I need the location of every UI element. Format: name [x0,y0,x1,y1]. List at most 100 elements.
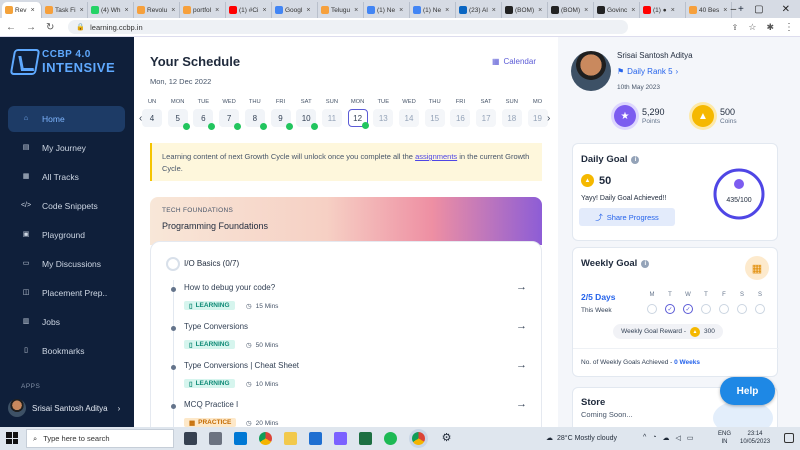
browser-tab[interactable]: Googl × [272,2,318,18]
open-lesson-arrow-icon[interactable]: → [516,281,527,293]
day-cell[interactable]: MO 19 [527,99,548,127]
day-cell[interactable]: FRI 9 [270,99,293,130]
task-view-icon[interactable] [184,432,197,445]
profile-avatar[interactable] [571,51,611,91]
close-tab-icon[interactable]: × [538,7,542,14]
lesson-title[interactable]: Type Conversions | Cheat Sheet [184,361,299,370]
language-indicator[interactable]: ENG IN [718,430,731,446]
open-lesson-arrow-icon[interactable]: → [516,320,527,332]
reload-icon[interactable]: ↻ [46,22,54,33]
calendar-button[interactable]: ▦ Calendar [492,57,536,66]
sidebar-item-home[interactable]: ⌂ Home [8,106,125,132]
sidebar-item-placement-prep[interactable]: ◫ Placement Prep.. [8,280,125,306]
day-cell[interactable]: TUE 13 [373,99,394,127]
forward-icon[interactable]: → [26,22,36,33]
close-tab-icon[interactable]: × [671,7,675,14]
day-cell[interactable]: THU 15 [424,99,445,127]
browser-tab[interactable]: Task Fi × [42,2,88,18]
browser-tab[interactable]: 40 Bes × [686,2,732,18]
browser-tab[interactable]: (1) Ne × [364,2,410,18]
sidebar-item-my-journey[interactable]: ▤ My Journey [8,135,125,161]
lesson-title[interactable]: How to debug your code? [184,283,275,292]
mail-icon[interactable] [234,432,247,445]
lesson-title[interactable]: Type Conversions [184,322,248,331]
close-tab-icon[interactable]: × [215,7,219,14]
clock[interactable]: 23:14 10/05/2023 [740,430,770,446]
day-cell[interactable]: WED 7 [219,99,242,130]
browser-tab[interactable]: (1) Ne × [410,2,456,18]
close-tab-icon[interactable]: × [125,7,129,14]
sidebar-item-all-tracks[interactable]: ▦ All Tracks [8,164,125,190]
menu-icon[interactable]: ⋮ [784,22,794,33]
browser-tab[interactable]: Govinc × [594,2,640,18]
vscode-icon[interactable] [309,432,322,445]
day-cell[interactable]: THU 8 [244,99,267,130]
close-tab-icon[interactable]: × [723,7,727,14]
weather-widget[interactable]: ☁ 28°C Mostly cloudy [546,434,617,443]
close-tab-icon[interactable]: × [399,7,403,14]
minimize-icon[interactable]: – [731,4,737,15]
star-icon[interactable]: ☆ [748,22,756,33]
file-explorer-icon[interactable] [284,432,297,445]
day-cell[interactable]: MON 12 [347,99,369,129]
back-icon[interactable]: ← [6,22,16,33]
system-tray-icons[interactable]: ^ ◔ ☁ ◁ ▭ [643,434,694,442]
desktop-icon[interactable] [209,432,222,445]
close-tab-icon[interactable]: × [306,7,310,14]
info-icon[interactable]: i [631,155,640,164]
close-tab-icon[interactable]: × [354,7,358,14]
lesson-title[interactable]: MCQ Practice I [184,400,238,409]
excel-icon[interactable] [359,432,372,445]
sidebar-item-bookmarks[interactable]: ▯ Bookmarks [8,338,125,364]
browser-tab[interactable]: Telugu × [318,2,364,18]
day-cell[interactable]: SUN 11 [321,99,342,127]
daily-rank-link[interactable]: ⚑ Daily Rank 5 › [617,67,678,76]
open-lesson-arrow-icon[interactable]: → [516,359,527,371]
close-tab-icon[interactable]: × [171,7,175,14]
share-progress-button[interactable]: ⤴ Share Progress [579,208,675,226]
share-icon[interactable]: ⇪ [732,23,739,32]
close-tab-icon[interactable]: × [263,7,267,14]
sidebar-user[interactable]: Srisai Santosh Aditya › [8,399,120,417]
close-tab-icon[interactable]: × [31,7,35,14]
browser-tab[interactable]: (1) ● × [640,2,686,18]
next-days-arrow[interactable]: › [547,113,550,124]
day-cell[interactable]: UN 4 [142,99,162,127]
close-tab-icon[interactable]: × [445,7,449,14]
sidebar-item-playground[interactable]: ▣ Playground [8,222,125,248]
day-cell[interactable]: WED 14 [399,99,419,127]
browser-tab[interactable]: portfol × [180,2,226,18]
browser-tab[interactable]: Revolu × [134,2,180,18]
close-tab-icon[interactable]: × [631,7,635,14]
chrome-active-icon[interactable] [412,432,425,445]
browser-tab[interactable]: (4) Wh × [88,2,134,18]
spotify-icon[interactable] [384,432,397,445]
help-button[interactable]: Help [720,377,775,405]
browser-tab[interactable]: Rev × [2,2,42,18]
browser-tab[interactable]: (BOM) × [502,2,548,18]
assignments-link[interactable]: assignments [415,152,457,161]
taskbar-search[interactable]: ⌕ Type here to search [26,429,174,448]
sidebar-item-my-discussions[interactable]: ▭ My Discussions [8,251,125,277]
open-lesson-arrow-icon[interactable]: → [516,398,527,410]
day-cell[interactable]: SAT 10 [296,99,319,130]
day-cell[interactable]: SAT 17 [476,99,497,127]
close-icon[interactable]: ✕ [782,4,790,15]
windows-start-icon[interactable] [6,432,18,444]
chrome-icon[interactable] [259,432,272,445]
browser-tab[interactable]: (23) Al × [456,2,502,18]
topic-title[interactable]: I/O Basics (0/7) [184,259,239,268]
browser-tab[interactable]: (BOM) × [548,2,594,18]
sidebar-item-code-snippets[interactable]: </> Code Snippets [8,193,125,219]
info-icon[interactable]: i [641,259,650,268]
day-cell[interactable]: TUE 6 [193,99,216,130]
close-tab-icon[interactable]: × [584,7,588,14]
extensions-icon[interactable]: ✱ [766,22,774,33]
day-cell[interactable]: FRI 16 [450,99,471,127]
app-icon[interactable] [334,432,347,445]
close-tab-icon[interactable]: × [80,7,84,14]
close-tab-icon[interactable]: × [492,7,496,14]
day-cell[interactable]: SUN 18 [501,99,522,127]
notification-icon[interactable] [784,433,794,443]
maximize-icon[interactable]: ▢ [754,4,763,15]
